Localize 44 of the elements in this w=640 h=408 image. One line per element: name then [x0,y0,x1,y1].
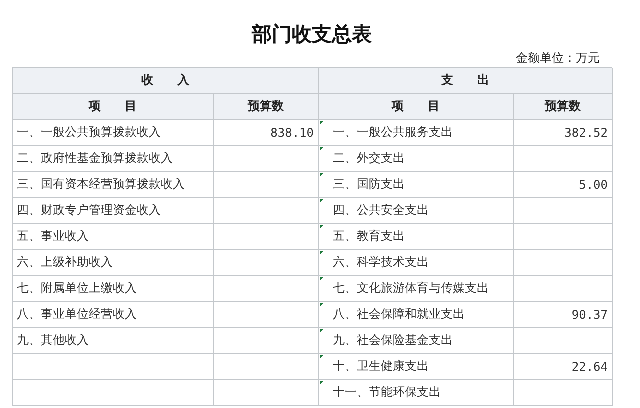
table-cell: 5.00 [514,172,613,198]
column-group-header: 收 入 [13,68,319,94]
column-header: 项 目 [13,94,214,120]
table-cell: 七、附属单位上缴收入 [13,276,214,302]
table-cell: 一、一般公共预算拨款收入 [13,120,214,146]
cell-text: 二、外交支出 [333,150,405,167]
corner-marker-icon [320,381,324,385]
cell-text: 十一、节能环保支出 [333,384,441,401]
corner-marker-icon [320,199,324,203]
unit-label: 金额单位：万元 [516,50,600,67]
cell-text: 九、社会保险基金支出 [333,332,453,349]
cell-text: 七、文化旅游体育与传媒支出 [333,280,489,297]
corner-marker-icon [320,121,324,125]
table-cell: 90.37 [514,302,613,328]
corner-marker-icon [320,277,324,281]
column-header: 预算数 [214,94,319,120]
cell-text: 八、社会保障和就业支出 [333,306,465,323]
table-cell: 22.64 [514,354,613,380]
table-cell: 八、事业单位经营收入 [13,302,214,328]
corner-marker-icon [320,303,324,307]
cell-text: 一、一般公共服务支出 [333,124,453,141]
column-header: 项 目 [319,94,514,120]
table-cell: 五、事业收入 [13,224,214,250]
cell-text: 五、教育支出 [333,228,405,245]
column-header: 预算数 [514,94,613,120]
corner-marker-icon [320,355,324,359]
corner-marker-icon [320,329,324,333]
table-cell: 838.10 [214,120,319,146]
table-cell: 九、其他收入 [13,328,214,354]
corner-marker-icon [320,225,324,229]
table-cell: 三、国有资本经营预算拨款收入 [13,172,214,198]
table-cell: 382.52 [514,120,613,146]
column-group-header: 支 出 [319,68,613,94]
corner-marker-icon [320,173,324,177]
corner-marker-icon [320,147,324,151]
table-title: 部门收支总表 [250,21,373,48]
cell-text: 三、国防支出 [333,176,405,193]
corner-marker-icon [320,251,324,255]
cell-text: 六、科学技术支出 [333,254,429,271]
cell-text: 四、公共安全支出 [333,202,429,219]
table-cell: 六、上级补助收入 [13,250,214,276]
table-cell: 四、财政专户管理资金收入 [13,198,214,224]
table-cell: 二、政府性基金预算拨款收入 [13,146,214,172]
cell-text: 十、卫生健康支出 [333,358,429,375]
